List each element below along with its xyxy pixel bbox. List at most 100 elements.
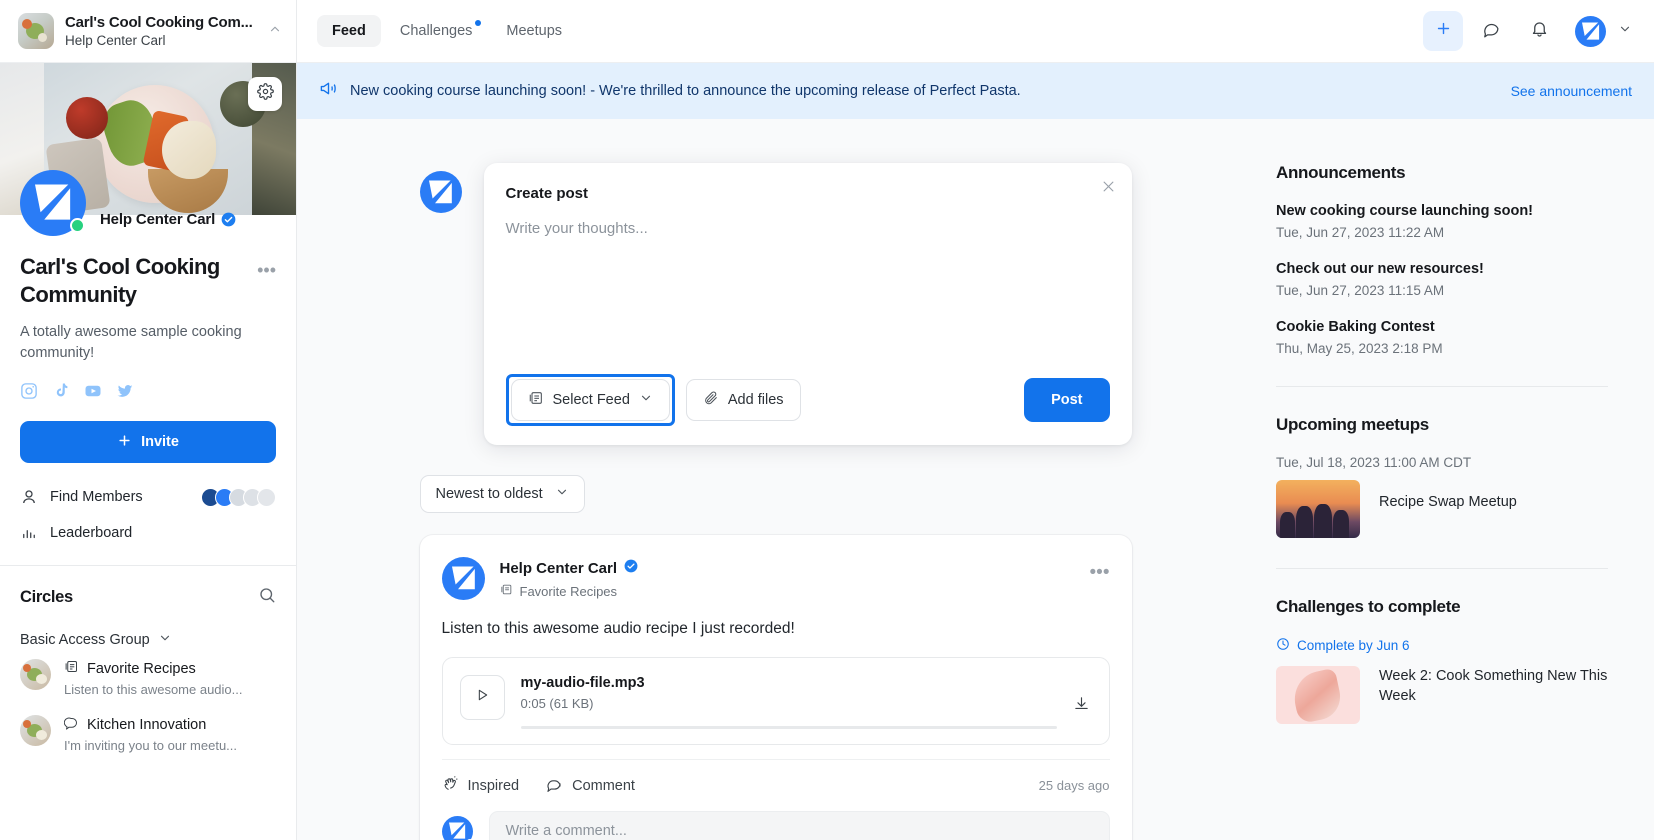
post-body-input[interactable]: Write your thoughts... [506, 220, 1110, 374]
avatar[interactable] [442, 557, 485, 600]
chat-icon [64, 715, 79, 735]
twitter-icon[interactable] [116, 382, 134, 400]
composer-title: Create post [506, 185, 1110, 202]
circles-heading: Circles [20, 588, 258, 607]
community-switcher-subtitle: Help Center Carl [65, 33, 257, 48]
comment-input[interactable]: Write a comment... [489, 811, 1110, 840]
member-avatar-stack[interactable] [201, 488, 276, 507]
search-circles-icon[interactable] [258, 586, 276, 609]
circle-name: Kitchen Innovation [87, 717, 206, 733]
announcement-title: Cookie Baking Contest [1276, 319, 1608, 335]
tab-label: Feed [332, 23, 366, 39]
announcement-item[interactable]: Cookie Baking Contest Thu, May 25, 2023 … [1276, 319, 1608, 356]
feed-icon [500, 583, 513, 599]
download-icon [1073, 699, 1090, 716]
community-switcher-title: Carl's Cool Cooking Com... [65, 14, 257, 31]
tab-label: Challenges [400, 23, 473, 39]
post-menu-button[interactable]: ••• [1090, 557, 1110, 582]
notifications-button[interactable] [1519, 11, 1559, 51]
challenge-title: Week 2: Cook Something New This Week [1379, 666, 1608, 706]
audio-progress-bar[interactable] [521, 726, 1057, 729]
comment-icon [545, 775, 563, 797]
tab-meetups[interactable]: Meetups [491, 15, 577, 47]
sidebar-item-label: Leaderboard [50, 525, 276, 541]
create-button[interactable] [1423, 11, 1463, 51]
tiktok-icon[interactable] [52, 382, 70, 400]
notification-dot [475, 20, 481, 26]
circle-thumbnail [20, 659, 51, 690]
verified-badge-icon [624, 559, 638, 578]
community-switcher[interactable]: Carl's Cool Cooking Com... Help Center C… [0, 0, 296, 63]
challenge-item[interactable]: Week 2: Cook Something New This Week [1276, 666, 1608, 724]
page-title: Carl's Cool Cooking Community [20, 253, 252, 308]
messages-icon [1482, 19, 1501, 43]
close-icon[interactable] [1101, 179, 1116, 199]
youtube-icon[interactable] [84, 382, 102, 400]
social-links [20, 382, 276, 400]
post-author-name[interactable]: Help Center Carl [500, 560, 618, 577]
tab-bar: Feed Challenges Meetups [317, 15, 1423, 47]
add-files-label: Add files [728, 392, 784, 408]
sidebar-item-find-members[interactable]: Find Members [20, 479, 276, 515]
download-button[interactable] [1073, 675, 1090, 717]
plus-icon [117, 433, 132, 452]
reaction-inspired-button[interactable]: Inspired [442, 775, 520, 796]
instagram-icon[interactable] [20, 382, 38, 400]
announcement-item[interactable]: Check out our new resources! Tue, Jun 27… [1276, 261, 1608, 298]
tab-challenges[interactable]: Challenges [385, 15, 488, 47]
create-post-card: Create post Write your thoughts... [484, 163, 1132, 445]
avatar [420, 171, 462, 213]
brand-mark-icon [1582, 22, 1600, 41]
add-files-button[interactable]: Add files [686, 379, 801, 421]
select-feed-button[interactable]: Select Feed [511, 379, 670, 421]
bell-icon [1530, 19, 1549, 43]
announcement-date: Thu, May 25, 2023 2:18 PM [1276, 341, 1608, 356]
feed-icon [64, 659, 79, 679]
account-avatar[interactable] [1575, 16, 1606, 47]
circle-group-label: Basic Access Group [20, 632, 150, 648]
announcement-date: Tue, Jun 27, 2023 11:15 AM [1276, 283, 1608, 298]
announcement-date: Tue, Jun 27, 2023 11:22 AM [1276, 225, 1608, 240]
sort-control: Newest to oldest [420, 475, 1132, 513]
post-button[interactable]: Post [1024, 378, 1109, 422]
list-item[interactable]: Favorite Recipes Listen to this awesome … [0, 649, 296, 705]
post-space-name[interactable]: Favorite Recipes [520, 584, 618, 599]
chevron-up-icon[interactable] [268, 22, 282, 41]
right-sidebar: Announcements New cooking course launchi… [1254, 119, 1654, 840]
meetups-heading: Upcoming meetups [1276, 415, 1608, 435]
avatar [442, 816, 473, 840]
megaphone-icon [319, 79, 338, 103]
brand-mark-icon [429, 180, 453, 205]
circle-thumbnail [20, 715, 51, 746]
tab-label: Meetups [506, 23, 562, 39]
meetup-item[interactable]: Recipe Swap Meetup [1276, 480, 1608, 538]
avatar[interactable] [20, 170, 86, 236]
settings-gear-button[interactable] [248, 77, 282, 111]
invite-button[interactable]: Invite [20, 421, 276, 463]
list-item[interactable]: Kitchen Innovation I'm inviting you to o… [0, 705, 296, 761]
main-area: Feed Challenges Meetups [297, 0, 1654, 840]
brand-mark-icon [452, 566, 476, 591]
see-announcement-link[interactable]: See announcement [1511, 83, 1632, 99]
community-description: A totally awesome sample cooking communi… [20, 322, 276, 364]
feed-icon [528, 390, 544, 410]
messages-button[interactable] [1471, 11, 1511, 51]
tab-feed[interactable]: Feed [317, 15, 381, 47]
challenge-due: Complete by Jun 6 [1276, 637, 1608, 654]
play-icon [474, 687, 490, 708]
community-menu-button[interactable]: ••• [252, 253, 276, 279]
announcement-item[interactable]: New cooking course launching soon! Tue, … [1276, 203, 1608, 240]
sort-order-select[interactable]: Newest to oldest [420, 475, 585, 513]
sidebar-item-leaderboard[interactable]: Leaderboard [20, 515, 276, 551]
person-icon [20, 488, 38, 506]
paperclip-icon [703, 390, 719, 410]
left-sidebar: Carl's Cool Cooking Com... Help Center C… [0, 0, 297, 840]
chevron-down-icon[interactable] [1618, 22, 1632, 41]
circle-group-toggle[interactable]: Basic Access Group [0, 631, 296, 649]
chevron-down-icon [158, 631, 172, 649]
chevron-down-icon [639, 391, 653, 409]
play-button[interactable] [460, 675, 505, 720]
verified-badge-icon [221, 212, 236, 227]
comment-button[interactable]: Comment [545, 775, 635, 797]
clap-icon [442, 775, 459, 796]
